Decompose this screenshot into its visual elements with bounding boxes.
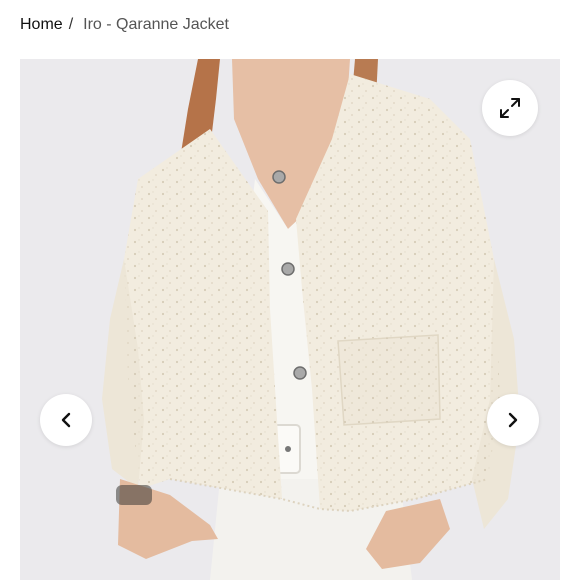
product-image[interactable] <box>20 59 560 580</box>
previous-image-button[interactable] <box>40 394 92 446</box>
breadcrumb-separator: / <box>68 16 74 33</box>
expand-button[interactable] <box>482 80 538 136</box>
chevron-left-icon <box>61 412 71 428</box>
breadcrumb-current-page: Iro - Qaranne Jacket <box>83 16 229 33</box>
breadcrumb: Home / Iro - Qaranne Jacket <box>20 14 229 36</box>
expand-arrows-icon <box>500 98 520 118</box>
next-image-button[interactable] <box>487 394 539 446</box>
product-gallery <box>20 59 560 580</box>
chevron-right-icon <box>508 412 518 428</box>
breadcrumb-home-link[interactable]: Home <box>20 14 63 36</box>
